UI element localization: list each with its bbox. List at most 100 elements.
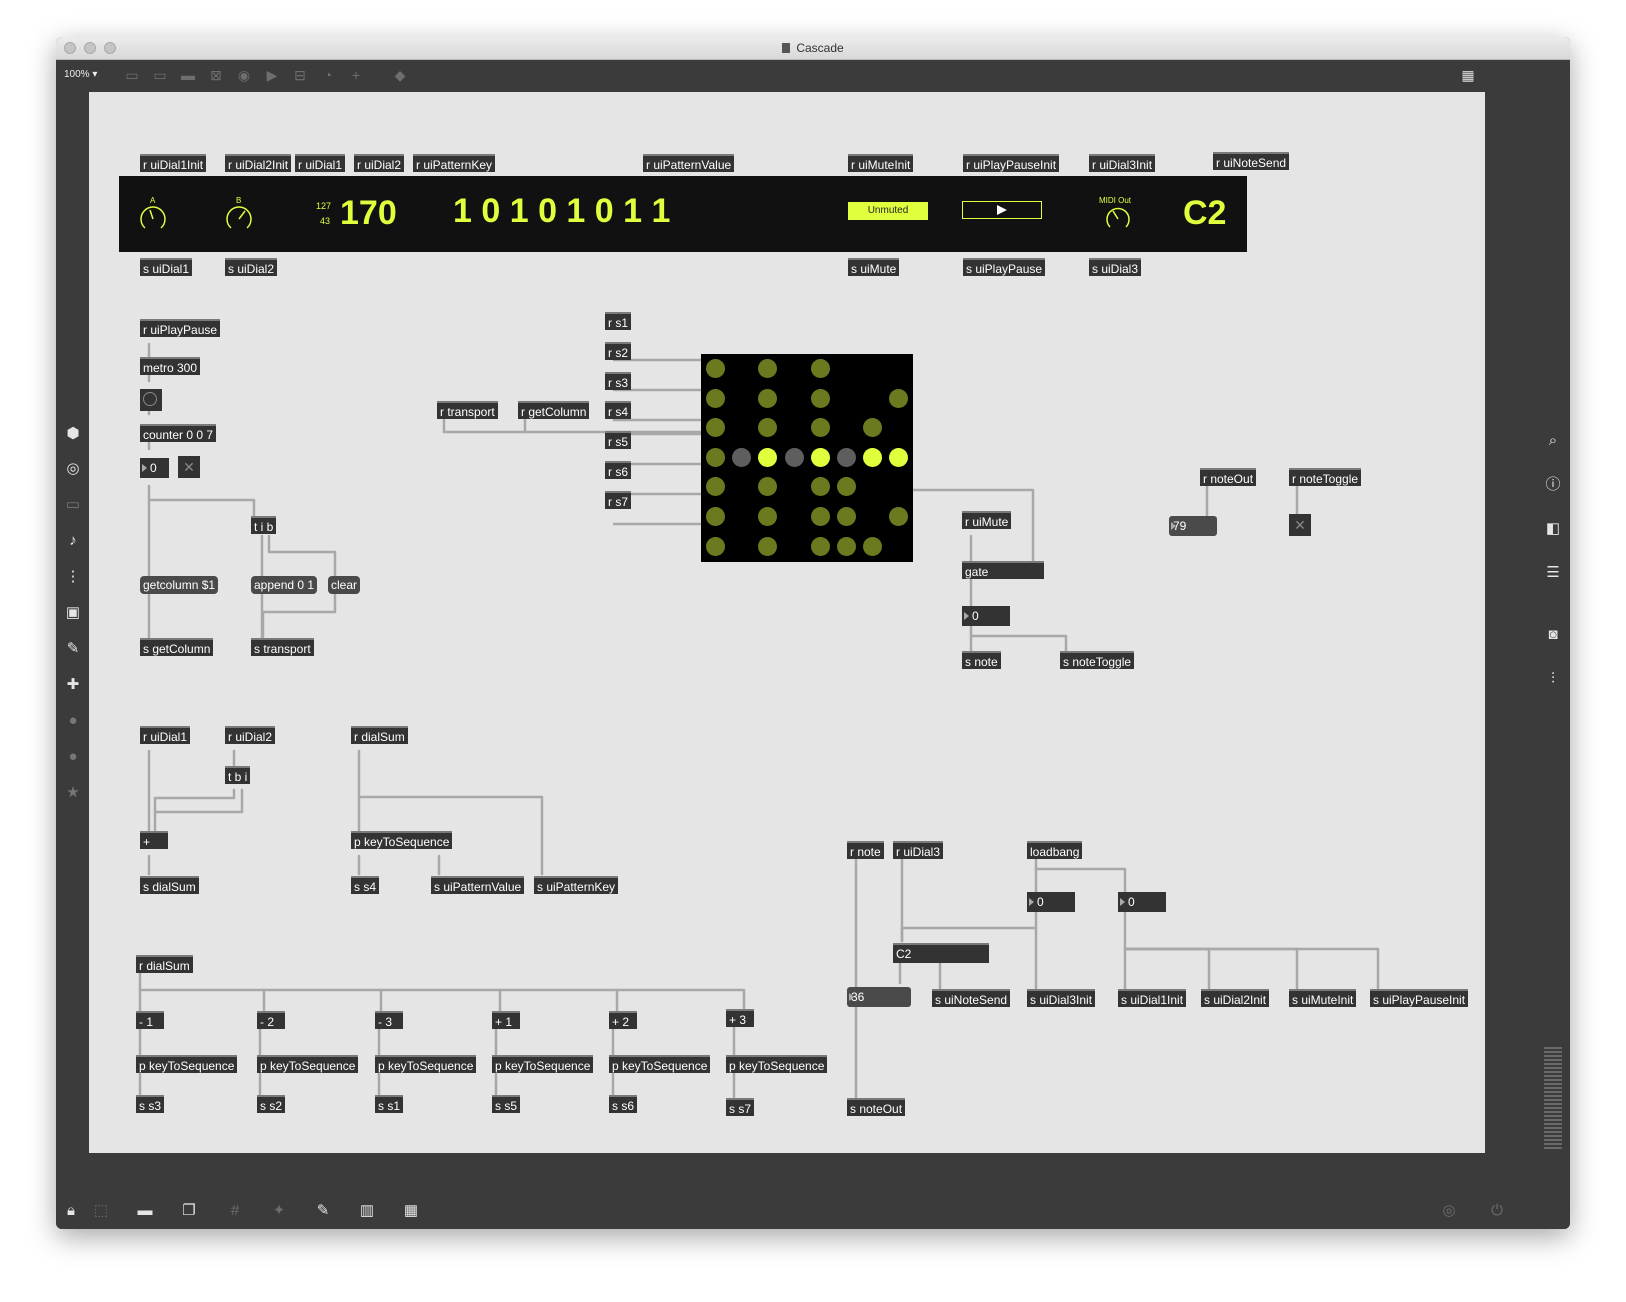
comment-icon[interactable]: ▬ <box>180 67 196 83</box>
object-box[interactable]: p keyToSequence <box>136 1055 238 1073</box>
patcher-object-icon[interactable]: ▭ <box>124 67 140 83</box>
play-pause-button[interactable] <box>962 201 1042 219</box>
object-box[interactable]: r uiDial3Init <box>1089 154 1156 172</box>
message-box[interactable]: clear <box>328 576 361 594</box>
toggle[interactable] <box>1289 514 1311 536</box>
object-box[interactable]: r s7 <box>605 491 632 509</box>
object-box[interactable]: s uiDial3Init <box>1027 989 1096 1007</box>
image-icon[interactable]: ▣ <box>64 604 82 622</box>
object-box[interactable]: r uiNoteSend <box>1213 152 1290 170</box>
matrix-cell[interactable] <box>810 447 830 467</box>
object-box[interactable]: - 2 <box>257 1011 285 1029</box>
matrix-cell[interactable] <box>732 447 752 467</box>
b-circle-icon[interactable]: ● <box>64 748 82 766</box>
object-box[interactable]: s s3 <box>136 1095 165 1113</box>
play-object-icon[interactable]: ▶ <box>264 67 280 83</box>
object-box[interactable]: s uiMuteInit <box>1289 989 1357 1007</box>
matrix-cell[interactable] <box>810 359 830 378</box>
info-icon[interactable]: ⓘ <box>1544 476 1562 494</box>
object-box[interactable]: p keyToSequence <box>726 1055 828 1073</box>
matrix-cell[interactable] <box>706 536 725 556</box>
object-box[interactable]: s uiDial1 <box>140 258 193 276</box>
layout-icon[interactable]: ▭ <box>64 496 82 514</box>
package-icon[interactable]: ⬢ <box>64 425 82 443</box>
presentation-icon[interactable]: ▬ <box>136 1202 154 1220</box>
add-object-icon[interactable]: + <box>348 67 364 83</box>
object-box[interactable]: r uiMute <box>962 511 1012 529</box>
matrix-cell[interactable] <box>706 388 725 408</box>
object-box[interactable]: s uiPatternKey <box>534 876 619 894</box>
toggle[interactable] <box>178 456 200 478</box>
matrix-cell[interactable] <box>784 447 804 467</box>
object-box[interactable]: r s1 <box>605 312 632 330</box>
matrix-cell[interactable] <box>810 388 830 408</box>
number-display[interactable]: 36 <box>847 987 911 1007</box>
matrix-cell[interactable] <box>706 359 725 378</box>
mixer-icon[interactable]: ⫶ <box>1544 670 1562 688</box>
object-box[interactable]: + 1 <box>492 1011 520 1029</box>
object-box[interactable]: s s4 <box>351 876 380 894</box>
object-box[interactable]: r getColumn <box>518 401 590 419</box>
object-box[interactable]: s uiDial1Init <box>1118 989 1187 1007</box>
lock-icon[interactable]: 🔒︎ <box>62 1202 80 1220</box>
matrix-cell[interactable] <box>889 507 909 526</box>
list-icon[interactable]: ☰ <box>1544 564 1562 582</box>
object-box[interactable]: C2 <box>893 943 989 963</box>
slider-object-icon[interactable]: ⊟ <box>292 67 308 83</box>
object-box[interactable]: counter 0 0 7 <box>140 424 217 442</box>
snap-icon[interactable]: ✦ <box>270 1202 288 1220</box>
matrix-cell[interactable] <box>810 477 830 497</box>
pattern-display[interactable]: 1 0 1 0 1 0 1 1 <box>453 192 670 231</box>
columns-icon[interactable]: ◧ <box>1544 520 1562 538</box>
object-box[interactable]: r dialSum <box>136 955 193 973</box>
object-box[interactable]: r uiDial1 <box>295 154 346 172</box>
paperclip-icon[interactable]: ✎ <box>64 640 82 658</box>
number-display[interactable]: 79 <box>1169 516 1217 536</box>
object-box[interactable]: p keyToSequence <box>609 1055 711 1073</box>
matrix-cell[interactable] <box>810 507 830 526</box>
object-box[interactable]: s uiDial3 <box>1089 258 1142 276</box>
matrix-cell[interactable] <box>758 418 778 438</box>
message-box-icon[interactable]: ▭ <box>152 67 168 83</box>
object-box[interactable]: r s4 <box>605 401 632 419</box>
matrix-cell[interactable] <box>758 388 778 408</box>
object-box[interactable]: p keyToSequence <box>492 1055 594 1073</box>
sequence-icon[interactable]: ⋮ <box>64 568 82 586</box>
object-box[interactable]: r s2 <box>605 342 632 360</box>
dsp-play-icon[interactable]: ◎ <box>1440 1202 1458 1220</box>
object-box[interactable]: r uiDial3 <box>893 841 944 859</box>
object-box[interactable]: p keyToSequence <box>351 831 453 849</box>
p-circle-icon[interactable]: ● <box>64 712 82 730</box>
windows-icon[interactable]: ❐ <box>180 1202 198 1220</box>
matrix-cell[interactable] <box>837 447 856 467</box>
object-box[interactable]: s transport <box>251 638 314 656</box>
bang-button[interactable] <box>140 389 162 411</box>
object-box[interactable]: + <box>140 831 168 849</box>
object-box[interactable]: r noteOut <box>1200 468 1257 486</box>
object-box[interactable]: r s6 <box>605 461 632 479</box>
power-icon[interactable]: ⏻ <box>1488 1202 1506 1220</box>
object-box[interactable]: p keyToSequence <box>257 1055 359 1073</box>
object-box[interactable]: r transport <box>437 401 498 419</box>
object-box[interactable]: - 1 <box>136 1011 164 1029</box>
plug-icon[interactable]: ✚ <box>64 676 82 694</box>
matrix-cell[interactable] <box>837 507 856 526</box>
object-box[interactable]: + 3 <box>726 1009 754 1027</box>
matrix-cell[interactable] <box>706 447 725 467</box>
object-box[interactable]: t i b <box>251 516 277 534</box>
paint-bucket-icon[interactable]: ◆ <box>392 67 408 83</box>
dial-object-icon[interactable]: ◔ <box>320 67 336 83</box>
object-box[interactable]: r noteToggle <box>1289 468 1362 486</box>
object-box[interactable]: r uiMuteInit <box>848 154 914 172</box>
matrix-cell[interactable] <box>837 477 856 497</box>
message-box[interactable]: getcolumn $1 <box>140 576 219 594</box>
matrix-cell[interactable] <box>758 359 778 378</box>
tempo-number[interactable]: 170 <box>340 194 397 233</box>
wrench-icon[interactable]: ✎ <box>314 1202 332 1220</box>
object-box[interactable]: r s5 <box>605 431 632 449</box>
mute-toggle-button[interactable]: Unmuted <box>848 202 928 220</box>
zoom-select[interactable]: 100% ▾ <box>64 69 97 80</box>
matrix-cell[interactable] <box>758 536 778 556</box>
matrix-cell[interactable] <box>706 507 725 526</box>
object-box[interactable]: r uiDial2 <box>225 726 276 744</box>
